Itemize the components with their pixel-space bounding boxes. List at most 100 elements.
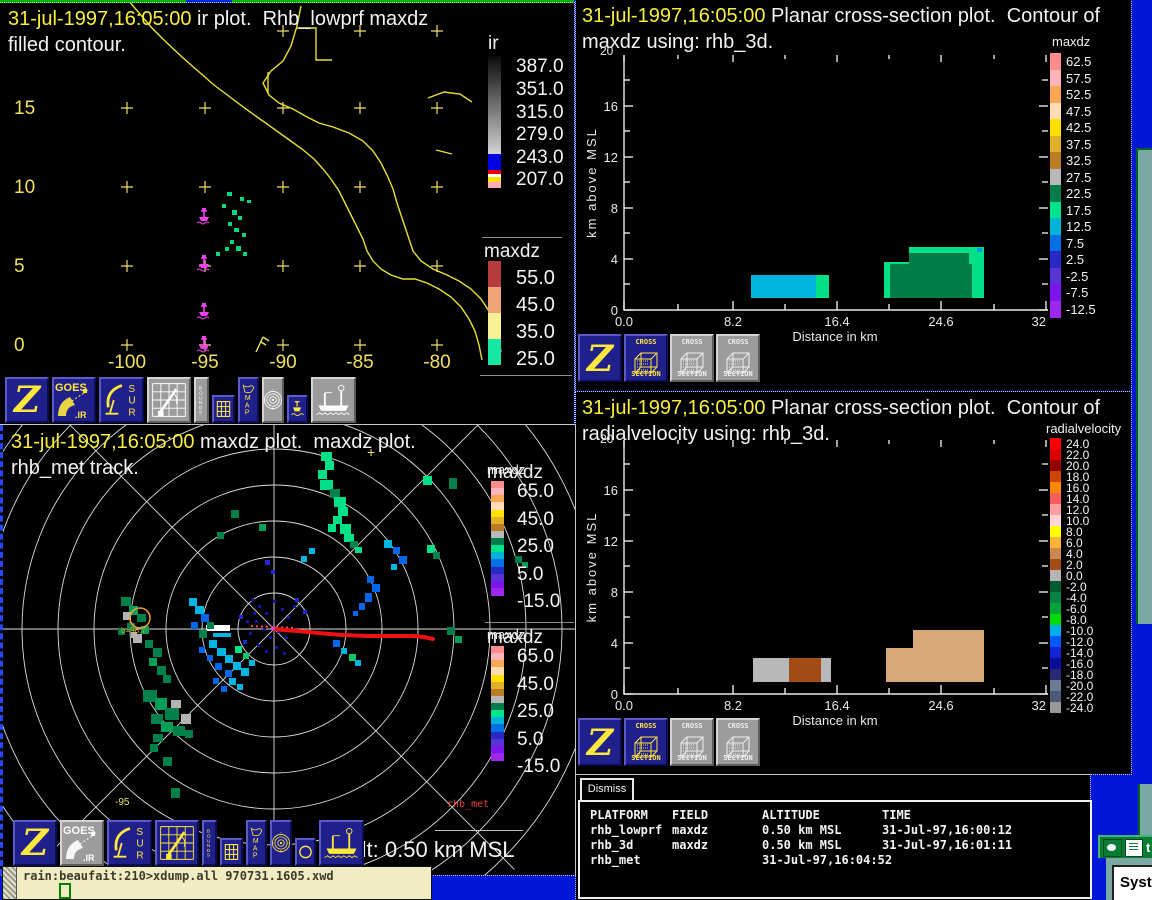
buoy-button[interactable]: [287, 395, 308, 423]
y-tick-label: 12: [604, 534, 618, 549]
radar-echo-cell: [328, 524, 336, 532]
document-icon[interactable]: [1125, 839, 1143, 857]
graticule-mark: [277, 181, 289, 193]
table-row-cell: 31-Jul-97,16:01:11: [882, 838, 1013, 852]
small-grid-button[interactable]: [220, 838, 243, 866]
radar-echo-cell: [318, 470, 327, 479]
radar-echo-cell: [239, 615, 243, 619]
colorbar-title: radialvelocity: [1046, 421, 1122, 436]
sur-radar-button[interactable]: SUR: [99, 377, 144, 423]
svg-text:S: S: [199, 410, 202, 416]
map-button[interactable]: MAP: [238, 377, 259, 423]
colorbar-value: 351.0: [516, 79, 564, 100]
goes-ir-button[interactable]: GOES .IR: [52, 377, 96, 423]
x-tick-label: 8.2: [724, 698, 742, 713]
terminal-window[interactable]: rain:beaufait:210>xdump.all 970731.1605.…: [2, 866, 432, 900]
terminal-scrollbar[interactable]: [3, 867, 17, 899]
radar-echo-cell: [344, 534, 354, 542]
radar-echo-cell: [153, 648, 162, 657]
cross-section-button[interactable]: CROSS SECTION: [670, 718, 714, 766]
sur-radar-button[interactable]: SUR: [107, 820, 152, 866]
colorbar-value: 279.0: [516, 124, 564, 145]
small-grid-button[interactable]: [212, 395, 235, 423]
coastline: [129, 3, 483, 361]
ir-echo-speck: [222, 204, 226, 208]
colorbar-value: 5.0: [517, 729, 544, 750]
radar-echo-cell: [427, 545, 435, 553]
colorbar-segment: [1050, 493, 1061, 504]
bounds-button[interactable]: BOUNDS: [194, 377, 209, 423]
colorbar-value: 27.5: [1066, 170, 1092, 185]
zebra-logo-button[interactable]: Z: [578, 334, 622, 382]
ship-button[interactable]: [311, 377, 356, 423]
cross-section-button[interactable]: CROSS SECTION: [670, 334, 714, 382]
table-header-cell: PLATFORM: [590, 808, 648, 822]
svg-text:A: A: [245, 402, 250, 409]
colorbar-segment: [1050, 482, 1061, 493]
zebra-logo-button[interactable]: Z: [13, 820, 57, 866]
window-menu-icon[interactable]: [1103, 839, 1122, 857]
dialog-panel: Syst: [1112, 865, 1152, 900]
colorbar-value: -2.5: [1066, 269, 1089, 284]
graticule-mark: [199, 102, 211, 114]
cross-section-button[interactable]: CROSS SECTION: [624, 718, 668, 766]
table-row-cell: maxdz: [672, 823, 709, 837]
table-row-cell: rhb_3d: [590, 838, 634, 852]
graticule-mark: [277, 260, 289, 272]
graticule-mark: [431, 181, 443, 193]
radar-echo-cell: [273, 600, 276, 603]
ir-echo-speck: [232, 210, 237, 215]
radar-echo-cell: [243, 640, 247, 644]
svg-text:R: R: [136, 850, 143, 861]
dialog-body: Syst: [1106, 858, 1152, 900]
cross-section-button[interactable]: CROSS SECTION: [716, 334, 760, 382]
ir-echo-speck: [243, 252, 247, 256]
circle-button[interactable]: [295, 838, 316, 866]
zebra-logo-button[interactable]: Z: [578, 718, 622, 766]
colorbar-segment: [1050, 460, 1061, 471]
colorbar-value: 22.5: [1066, 186, 1092, 201]
desktop: 15 10 5 0 -100 -95 -90 -85 -80 31-jul-1997,16:05…: [0, 0, 1152, 900]
radar-echo-cell: [350, 541, 358, 548]
colorbar-value: 25.0: [517, 701, 554, 722]
platform-table: PLATFORM FIELD ALTITUDE TIME rhb_lowprf maxdz…: [578, 800, 1092, 899]
graticule-mark: [431, 25, 443, 37]
radar-echo-cell: [433, 552, 440, 559]
radar-echo-cell: [265, 560, 270, 565]
ir-echo-speck: [228, 222, 232, 226]
colorbar-segment: [491, 752, 504, 761]
table-header-cell: FIELD: [672, 808, 709, 822]
y-axis-label: km above MSL: [584, 512, 599, 623]
rings-button[interactable]: [262, 377, 284, 423]
svg-text:.IR: .IR: [83, 853, 95, 863]
radar-echo-cell: [265, 612, 268, 615]
ship-button[interactable]: [319, 820, 364, 866]
colorbar-segment: [1050, 625, 1061, 636]
radar-echo-cell: [163, 675, 171, 683]
graticule-mark: [354, 339, 366, 351]
zebra-logo-button[interactable]: Z: [5, 377, 49, 423]
colorbar-segment: [1050, 300, 1061, 318]
cross-section-button[interactable]: CROSS SECTION: [624, 334, 668, 382]
window-ir-plot: 15 10 5 0 -100 -95 -90 -85 -80 31-jul-1997,16:05…: [0, 2, 575, 425]
colorbar-value: -12.5: [1066, 302, 1096, 317]
colorbar-segment: [1050, 449, 1061, 460]
radar-echo-cell: [341, 648, 347, 654]
cross-section-maxdz-plot: 04812160.0 8.2 16.4 24.6 32Distance in kmkm …: [584, 55, 1048, 344]
cross-section-button[interactable]: CROSS SECTION: [716, 718, 760, 766]
coastline: [262, 5, 502, 353]
table-row: rhb_lowprf maxdz 0.50 km MSL 31-Jul-97,16:0…: [580, 823, 1090, 838]
colorbar-value: 5.0: [517, 564, 544, 585]
rings-button[interactable]: [270, 820, 292, 866]
radar-echo-cell: [269, 636, 272, 639]
goes-ir-button[interactable]: GOES .IR: [60, 820, 104, 866]
map-button[interactable]: MAP: [246, 820, 267, 866]
table-row-cell: rhb_lowprf: [590, 823, 663, 837]
radar-echo-cell: [251, 598, 254, 601]
grid-radar-button[interactable]: [147, 377, 191, 423]
colorbar-value: 35.0: [516, 321, 555, 343]
grid-radar-button[interactable]: [155, 820, 199, 866]
dismiss-button[interactable]: Dismiss: [580, 778, 634, 802]
x-axis-label: Distance in km: [792, 329, 877, 344]
bounds-button[interactable]: BOUNDS: [202, 820, 217, 866]
